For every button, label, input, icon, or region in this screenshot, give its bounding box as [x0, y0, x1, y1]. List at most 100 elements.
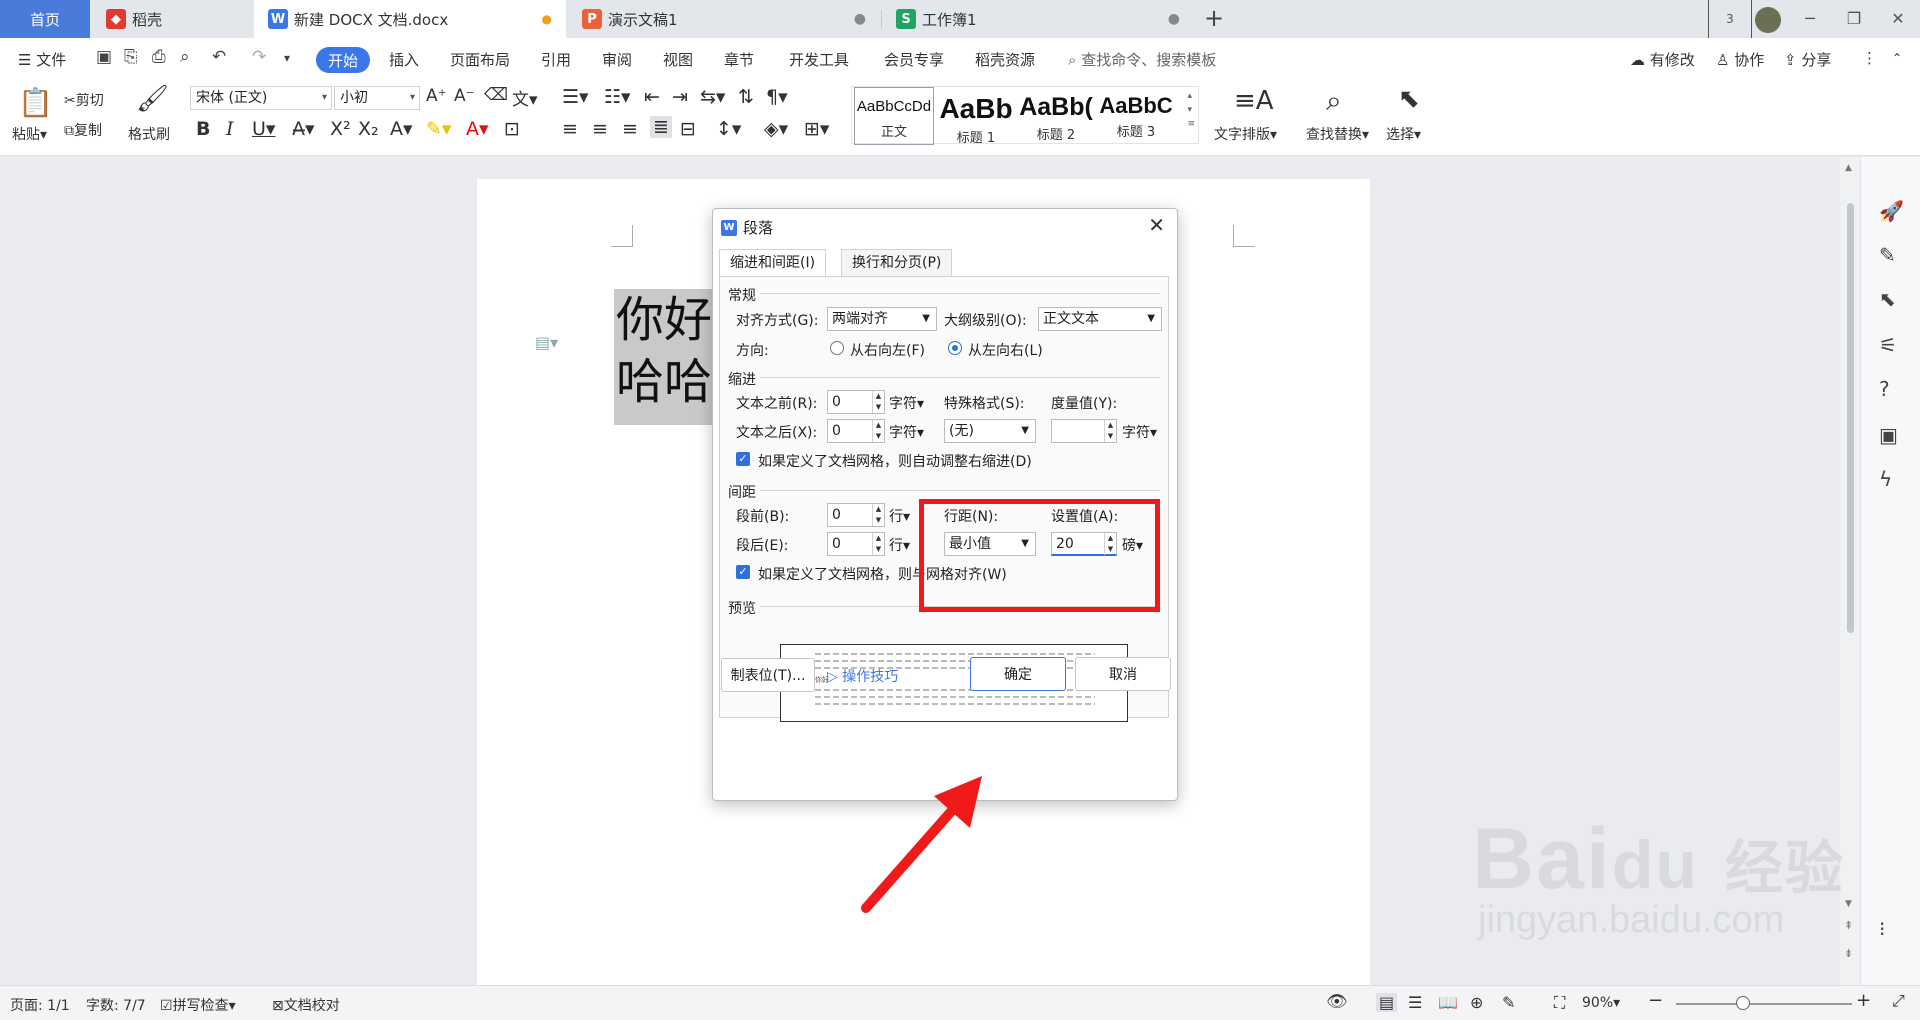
- close-icon[interactable]: ✕: [1148, 213, 1165, 237]
- lightning-icon[interactable]: ϟ: [1879, 467, 1892, 491]
- shading-icon[interactable]: ◈▾: [764, 118, 788, 140]
- bullets-icon[interactable]: ☰▾: [562, 86, 589, 108]
- tab-presentation[interactable]: P 演示文稿1 ●: [568, 0, 880, 38]
- chinese-layout-icon[interactable]: ⇆▾: [700, 86, 725, 108]
- tabs-button[interactable]: 制表位(T)...: [721, 658, 815, 692]
- more-icon[interactable]: ⋮: [1862, 49, 1877, 67]
- format-painter-button[interactable]: 格式刷: [128, 124, 170, 144]
- style-scroll-icon[interactable]: ▴ ▾ ≡: [1187, 89, 1195, 131]
- before-text-input[interactable]: 0 ▲ ▼: [827, 390, 885, 414]
- align-justify-icon[interactable]: ≣: [650, 116, 672, 138]
- tab-page-layout[interactable]: 页面布局: [450, 49, 510, 70]
- sliders-icon[interactable]: ⚟: [1879, 333, 1897, 357]
- style-heading-3[interactable]: AaBbC 标题 3: [1096, 87, 1176, 145]
- paragraph-handle-icon[interactable]: ▤▾: [535, 333, 558, 352]
- share-button[interactable]: ⇪ 分享: [1784, 49, 1831, 70]
- style-normal[interactable]: AaBbCcDd 正文: [854, 87, 934, 145]
- text-layout-icon[interactable]: ≡A: [1234, 86, 1274, 116]
- zoom-out-icon[interactable]: −: [1648, 990, 1663, 1011]
- print-icon[interactable]: ⎙: [152, 47, 166, 67]
- space-after-input[interactable]: 0 ▲ ▼: [827, 532, 885, 556]
- show-marks-icon[interactable]: ¶▾: [766, 86, 788, 108]
- font-family-select[interactable]: 宋体 (正文) ▾: [190, 86, 332, 110]
- font-size-select[interactable]: 小初 ▾: [334, 86, 420, 110]
- shrink-font-icon[interactable]: A⁻: [454, 86, 475, 106]
- minimize-icon[interactable]: ─: [1788, 0, 1832, 38]
- save-icon[interactable]: ▣: [96, 47, 112, 67]
- tab-line-page-breaks[interactable]: 换行和分页(P): [841, 249, 953, 276]
- unit-select[interactable]: 字符▾: [889, 422, 924, 442]
- help-icon[interactable]: ?: [1879, 377, 1890, 401]
- clear-format-icon[interactable]: ⌫: [484, 85, 508, 105]
- borders-icon[interactable]: ⊞▾: [804, 118, 829, 140]
- word-count[interactable]: 字数: 7/7: [86, 995, 146, 1015]
- tab-member[interactable]: 会员专享: [884, 49, 944, 70]
- tab-chapter[interactable]: 章节: [724, 49, 754, 70]
- file-menu[interactable]: ☰ 文件: [18, 49, 66, 70]
- redo-icon[interactable]: ↷: [252, 47, 266, 67]
- tab-view[interactable]: 视图: [663, 49, 693, 70]
- zoom-in-icon[interactable]: +: [1856, 990, 1871, 1011]
- unit-select[interactable]: 行▾: [889, 506, 910, 526]
- align-center-icon[interactable]: ≡: [592, 118, 608, 140]
- bold-icon[interactable]: B: [196, 118, 210, 140]
- unit-select[interactable]: 字符▾: [1122, 422, 1157, 442]
- unit-select[interactable]: 字符▾: [889, 393, 924, 413]
- tab-home[interactable]: 首页: [0, 0, 90, 38]
- style-heading-1[interactable]: AaBb 标题 1: [936, 87, 1016, 146]
- copy-button[interactable]: ⧉复制: [64, 120, 102, 140]
- web-view-icon[interactable]: ⊕: [1470, 993, 1483, 1012]
- subscript-icon[interactable]: X₂: [358, 118, 379, 140]
- proofread-button[interactable]: ⊠文档校对: [272, 995, 340, 1015]
- fit-page-icon[interactable]: ⛶: [1554, 993, 1565, 1013]
- align-left-icon[interactable]: ≡: [562, 118, 578, 140]
- tips-link[interactable]: ▷ 操作技巧: [827, 666, 898, 686]
- eye-protection-icon[interactable]: 👁: [1326, 992, 1348, 1012]
- close-tab-icon[interactable]: ●: [854, 11, 866, 27]
- collapse-ribbon-icon[interactable]: ⌃: [1892, 51, 1902, 65]
- outline-view-icon[interactable]: ☰: [1408, 993, 1422, 1012]
- cut-button[interactable]: ✂剪切: [64, 90, 104, 110]
- spinner-icon[interactable]: ▲ ▼: [872, 420, 884, 442]
- spinner-icon[interactable]: ▲ ▼: [1104, 420, 1116, 442]
- text-effect-icon[interactable]: A▾: [390, 118, 413, 140]
- pen-icon[interactable]: ✎: [1879, 243, 1896, 267]
- zoom-slider-handle[interactable]: [1736, 996, 1750, 1010]
- tab-indent-spacing[interactable]: 缩进和间距(I): [719, 249, 827, 277]
- prev-page-icon[interactable]: ⇞: [1844, 919, 1853, 932]
- tab-references[interactable]: 引用: [541, 49, 571, 70]
- italic-icon[interactable]: I: [226, 118, 234, 140]
- next-page-icon[interactable]: ⇟: [1844, 947, 1853, 960]
- distribute-icon[interactable]: ⊟: [680, 118, 696, 140]
- scroll-up-icon[interactable]: ▲: [1845, 163, 1852, 173]
- image-tool-icon[interactable]: ▣: [1879, 423, 1898, 447]
- ok-button[interactable]: 确定: [970, 657, 1066, 691]
- zoom-slider[interactable]: [1676, 1003, 1852, 1005]
- document-text[interactable]: 你好 哈哈: [614, 289, 714, 425]
- undo-icon[interactable]: ↶: [212, 47, 226, 67]
- grow-font-icon[interactable]: A⁺: [426, 86, 447, 106]
- tab-review[interactable]: 审阅: [602, 49, 632, 70]
- customize-quick-access-icon[interactable]: ▾: [284, 51, 290, 65]
- pointer-icon[interactable]: ⬉: [1879, 287, 1896, 311]
- tab-daoke[interactable]: ◆ 稻壳: [92, 0, 252, 38]
- scroll-thumb[interactable]: [1847, 203, 1854, 633]
- zoom-select[interactable]: 90%▾: [1582, 995, 1620, 1011]
- window-count-icon[interactable]: 3: [1708, 0, 1752, 39]
- spinner-icon[interactable]: ▲ ▼: [872, 533, 884, 555]
- style-heading-2[interactable]: AaBb( 标题 2: [1016, 87, 1096, 145]
- spinner-icon[interactable]: ▲ ▼: [872, 391, 884, 413]
- page-indicator[interactable]: 页面: 1/1: [10, 995, 70, 1015]
- cancel-button[interactable]: 取消: [1075, 657, 1171, 691]
- modified-button[interactable]: ☁ 有修改: [1630, 49, 1695, 70]
- superscript-icon[interactable]: X²: [330, 118, 351, 140]
- char-border-icon[interactable]: ⊡: [504, 118, 520, 140]
- align-right-icon[interactable]: ≡: [622, 118, 638, 140]
- unit-select[interactable]: 行▾: [889, 535, 910, 555]
- measure-input[interactable]: ▲ ▼: [1051, 419, 1117, 443]
- numbering-icon[interactable]: ☷▾: [604, 86, 631, 108]
- decrease-indent-icon[interactable]: ⇤: [644, 86, 660, 108]
- close-tab-icon[interactable]: ●: [1168, 11, 1180, 27]
- tab-spreadsheet[interactable]: S 工作簿1 ●: [882, 0, 1194, 38]
- rtl-radio[interactable]: [830, 341, 844, 355]
